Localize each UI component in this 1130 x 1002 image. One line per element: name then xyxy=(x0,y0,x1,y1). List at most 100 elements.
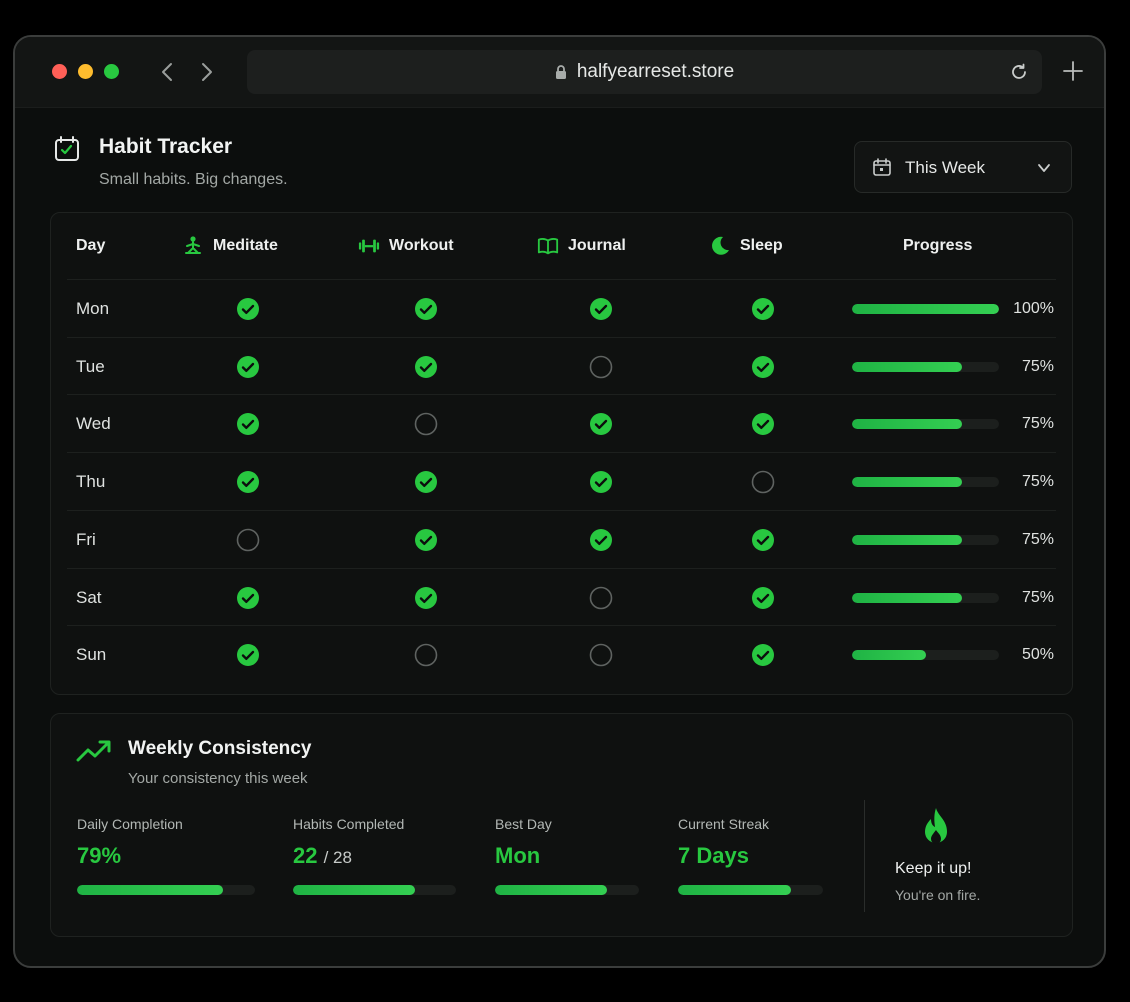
journal-checkbox-unchecked[interactable] xyxy=(589,586,613,610)
header-journal: Journal xyxy=(537,213,626,279)
workout-checkbox-checked[interactable] xyxy=(414,586,438,610)
day-label: Sat xyxy=(76,587,102,607)
progress-bar xyxy=(852,419,999,430)
moon-icon xyxy=(709,235,731,257)
page-title: Habit Tracker xyxy=(99,135,233,158)
weekly-consistency-card: Weekly Consistency Your consistency this… xyxy=(50,713,1073,937)
workout-checkbox-checked[interactable] xyxy=(414,297,438,321)
sleep-checkbox-checked[interactable] xyxy=(751,297,775,321)
sleep-checkbox-checked[interactable] xyxy=(751,643,775,667)
stat-value-total: / 28 xyxy=(323,848,352,867)
progress-bar xyxy=(852,304,999,314)
journal-checkbox-unchecked[interactable] xyxy=(589,643,613,667)
sleep-checkbox-checked[interactable] xyxy=(751,586,775,610)
chevron-left-icon xyxy=(162,63,172,81)
progress-bar xyxy=(852,592,999,603)
sleep-checkbox-checked[interactable] xyxy=(751,355,775,379)
sleep-checkbox-checked[interactable] xyxy=(751,412,775,436)
table-header: Day Meditate Workout Journal Sleep Progr… xyxy=(51,213,1072,279)
meditate-checkbox-checked[interactable] xyxy=(236,412,260,436)
meditate-checkbox-checked[interactable] xyxy=(236,470,260,494)
workout-checkbox-checked[interactable] xyxy=(414,470,438,494)
dumbbell-icon xyxy=(358,235,380,257)
table-row: Mon 100% xyxy=(67,279,1056,338)
table-row: Sun 50% xyxy=(67,625,1056,684)
journal-checkbox-unchecked[interactable] xyxy=(589,355,613,379)
back-button[interactable] xyxy=(156,59,178,85)
page-subtitle: Small habits. Big changes. xyxy=(99,171,288,188)
trend-up-icon xyxy=(76,740,111,762)
sleep-checkbox-unchecked[interactable] xyxy=(751,470,775,494)
stats-divider xyxy=(864,800,865,912)
period-select-label: This Week xyxy=(905,158,985,177)
reload-button[interactable] xyxy=(1008,61,1030,83)
stat-current-streak: Current Streak 7 Days xyxy=(678,816,823,895)
progress-bar xyxy=(852,650,999,661)
header-day: Day xyxy=(76,213,105,279)
header-workout-label: Workout xyxy=(389,237,454,254)
progress-percent: 75% xyxy=(1021,530,1054,548)
address-bar[interactable]: halfyearreset.store xyxy=(247,50,1042,94)
forward-button[interactable] xyxy=(196,59,218,85)
header-day-label: Day xyxy=(76,237,106,254)
progress-percent: 75% xyxy=(1021,415,1054,433)
header-sleep-label: Sleep xyxy=(740,237,783,254)
stat-progress-fill xyxy=(678,885,792,895)
period-select[interactable]: This Week xyxy=(854,141,1072,193)
calendar-icon xyxy=(873,158,891,176)
progress-percent: 75% xyxy=(1021,357,1054,375)
progress-bar-fill xyxy=(852,304,999,314)
habit-table: Day Meditate Workout Journal Sleep Progr… xyxy=(50,212,1073,695)
new-tab-button[interactable] xyxy=(1061,59,1085,83)
header-meditate-label: Meditate xyxy=(213,237,278,254)
day-label: Mon xyxy=(76,299,110,318)
header-progress-label: Progress xyxy=(903,237,973,254)
maximize-window-button[interactable] xyxy=(104,64,119,79)
sleep-checkbox-checked[interactable] xyxy=(751,528,775,552)
header-progress: Progress xyxy=(903,213,972,279)
progress-bar-fill xyxy=(852,477,963,488)
header-sleep: Sleep xyxy=(709,213,783,279)
stat-value: 79% xyxy=(77,843,255,871)
stat-value-text: 7 Days xyxy=(678,843,749,868)
meditate-checkbox-unchecked[interactable] xyxy=(236,528,260,552)
journal-checkbox-checked[interactable] xyxy=(589,528,613,552)
workout-checkbox-unchecked[interactable] xyxy=(414,412,438,436)
table-row: Sat 75% xyxy=(67,567,1056,627)
book-icon xyxy=(537,235,559,257)
stat-progress-bar xyxy=(495,885,639,895)
table-row: Tue 75% xyxy=(67,336,1056,396)
meditate-checkbox-checked[interactable] xyxy=(236,643,260,667)
progress-bar-fill xyxy=(852,650,926,661)
chevron-down-icon xyxy=(1038,164,1050,172)
workout-checkbox-checked[interactable] xyxy=(414,528,438,552)
meditate-icon xyxy=(182,235,204,257)
stat-label: Current Streak xyxy=(678,816,770,832)
meditate-checkbox-checked[interactable] xyxy=(236,586,260,610)
close-window-button[interactable] xyxy=(52,64,67,79)
table-row: Wed 75% xyxy=(67,394,1056,453)
stat-value: 7 Days xyxy=(678,843,823,871)
meditate-checkbox-checked[interactable] xyxy=(236,297,260,321)
day-label: Sun xyxy=(76,645,107,665)
workout-checkbox-unchecked[interactable] xyxy=(414,643,438,667)
journal-checkbox-checked[interactable] xyxy=(589,470,613,494)
journal-checkbox-checked[interactable] xyxy=(589,412,613,436)
day-label: Wed xyxy=(76,414,111,434)
consistency-subtitle: Your consistency this week xyxy=(128,770,308,787)
header-meditate: Meditate xyxy=(182,213,278,279)
progress-bar xyxy=(852,361,999,372)
table-row: Fri 75% xyxy=(67,509,1056,569)
minimize-window-button[interactable] xyxy=(78,64,93,79)
stat-progress-fill xyxy=(495,885,608,895)
journal-checkbox-checked[interactable] xyxy=(589,297,613,321)
stat-value-text: 79% xyxy=(77,843,122,868)
stat-label: Habits Completed xyxy=(293,816,405,832)
stat-value: 22 / 28 xyxy=(293,843,456,871)
workout-checkbox-checked[interactable] xyxy=(414,355,438,379)
stat-habits-completed: Habits Completed 22 / 28 xyxy=(293,816,456,895)
stat-progress-bar xyxy=(678,885,823,895)
day-label: Thu xyxy=(76,472,106,492)
meditate-checkbox-checked[interactable] xyxy=(236,355,260,379)
consistency-title: Weekly Consistency xyxy=(128,738,312,759)
